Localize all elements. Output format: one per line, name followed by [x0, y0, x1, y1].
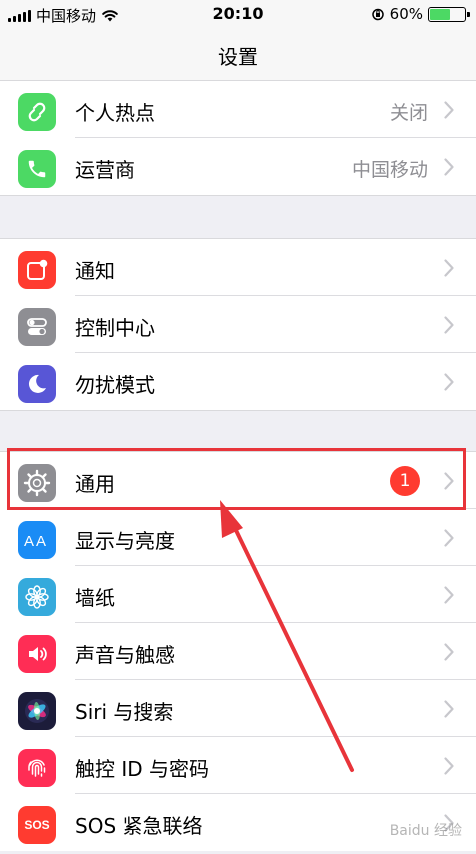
row-wallpaper[interactable]: 墙纸	[0, 566, 476, 623]
row-carrier[interactable]: 运营商 中国移动	[0, 138, 476, 195]
row-label: 通知	[75, 259, 115, 283]
battery-icon	[428, 6, 470, 22]
gear-icon	[18, 464, 56, 502]
page-title: 设置	[218, 45, 258, 69]
svg-text:A: A	[36, 533, 46, 550]
notifications-icon	[18, 251, 56, 289]
row-label: 通用	[75, 472, 115, 496]
row-control-center[interactable]: 控制中心	[0, 296, 476, 353]
row-personal-hotspot[interactable]: 个人热点 关闭	[0, 81, 476, 138]
settings-group-notifications: 通知 控制中心 勿扰模式	[0, 238, 476, 411]
settings-group-general: 通用 1 A A 显示与亮度 墙纸 声音与触感 Siri 与搜索 触控 ID 与…	[0, 451, 476, 851]
row-notifications[interactable]: 通知	[0, 239, 476, 296]
row-label: 运营商	[75, 158, 135, 182]
chevron-right-icon	[444, 643, 454, 661]
settings-group-network: 个人热点 关闭 运营商 中国移动	[0, 80, 476, 196]
chevron-right-icon	[444, 158, 454, 176]
row-label: Siri 与搜索	[75, 700, 174, 724]
chevron-right-icon	[444, 472, 454, 490]
watermark: Baidu 经验	[389, 823, 462, 839]
chevron-right-icon	[444, 101, 454, 119]
display-aa-icon: A A	[18, 521, 56, 559]
row-value: 中国移动	[351, 159, 428, 181]
row-label: 个人热点	[75, 101, 155, 125]
svg-text:A: A	[24, 533, 34, 550]
row-label: 声音与触感	[75, 643, 175, 667]
status-right: 60%	[371, 5, 470, 23]
status-bar: 中国移动 20:10 60%	[0, 0, 476, 28]
row-label: 触控 ID 与密码	[75, 757, 210, 781]
chevron-right-icon	[444, 586, 454, 604]
moon-icon	[18, 365, 56, 403]
row-label: 控制中心	[75, 316, 155, 340]
row-label: 勿扰模式	[75, 373, 155, 397]
row-sounds-haptics[interactable]: 声音与触感	[0, 623, 476, 680]
row-siri-search[interactable]: Siri 与搜索	[0, 680, 476, 737]
settings-screen: 中国移动 20:10 60% 设置 个人热点 关闭 运营商 中国移动 通知 控制…	[0, 0, 476, 854]
sos-icon-text: SOS	[24, 818, 50, 832]
row-label: 显示与亮度	[75, 529, 175, 553]
navigation-bar: 设置	[0, 28, 476, 82]
orientation-lock-icon	[371, 8, 384, 21]
chevron-right-icon	[444, 529, 454, 547]
chevron-right-icon	[444, 316, 454, 334]
row-value: 关闭	[389, 102, 428, 124]
speaker-icon	[18, 635, 56, 673]
wallpaper-flower-icon	[18, 578, 56, 616]
fingerprint-icon	[18, 749, 56, 787]
chevron-right-icon	[444, 373, 454, 391]
personal-hotspot-icon	[18, 93, 56, 131]
battery-percent: 60%	[389, 5, 423, 23]
chevron-right-icon	[444, 259, 454, 277]
row-general[interactable]: 通用 1	[0, 452, 476, 509]
row-do-not-disturb[interactable]: 勿扰模式	[0, 353, 476, 410]
sos-icon: SOS	[18, 806, 56, 844]
row-label: 墙纸	[75, 586, 115, 610]
row-touch-id-passcode[interactable]: 触控 ID 与密码	[0, 737, 476, 794]
row-label: SOS 紧急联络	[75, 814, 203, 838]
siri-icon	[18, 692, 56, 730]
control-center-icon	[18, 308, 56, 346]
chevron-right-icon	[444, 700, 454, 718]
update-badge: 1	[390, 466, 420, 496]
phone-icon	[18, 150, 56, 188]
chevron-right-icon	[444, 757, 454, 775]
row-display-brightness[interactable]: A A 显示与亮度	[0, 509, 476, 566]
